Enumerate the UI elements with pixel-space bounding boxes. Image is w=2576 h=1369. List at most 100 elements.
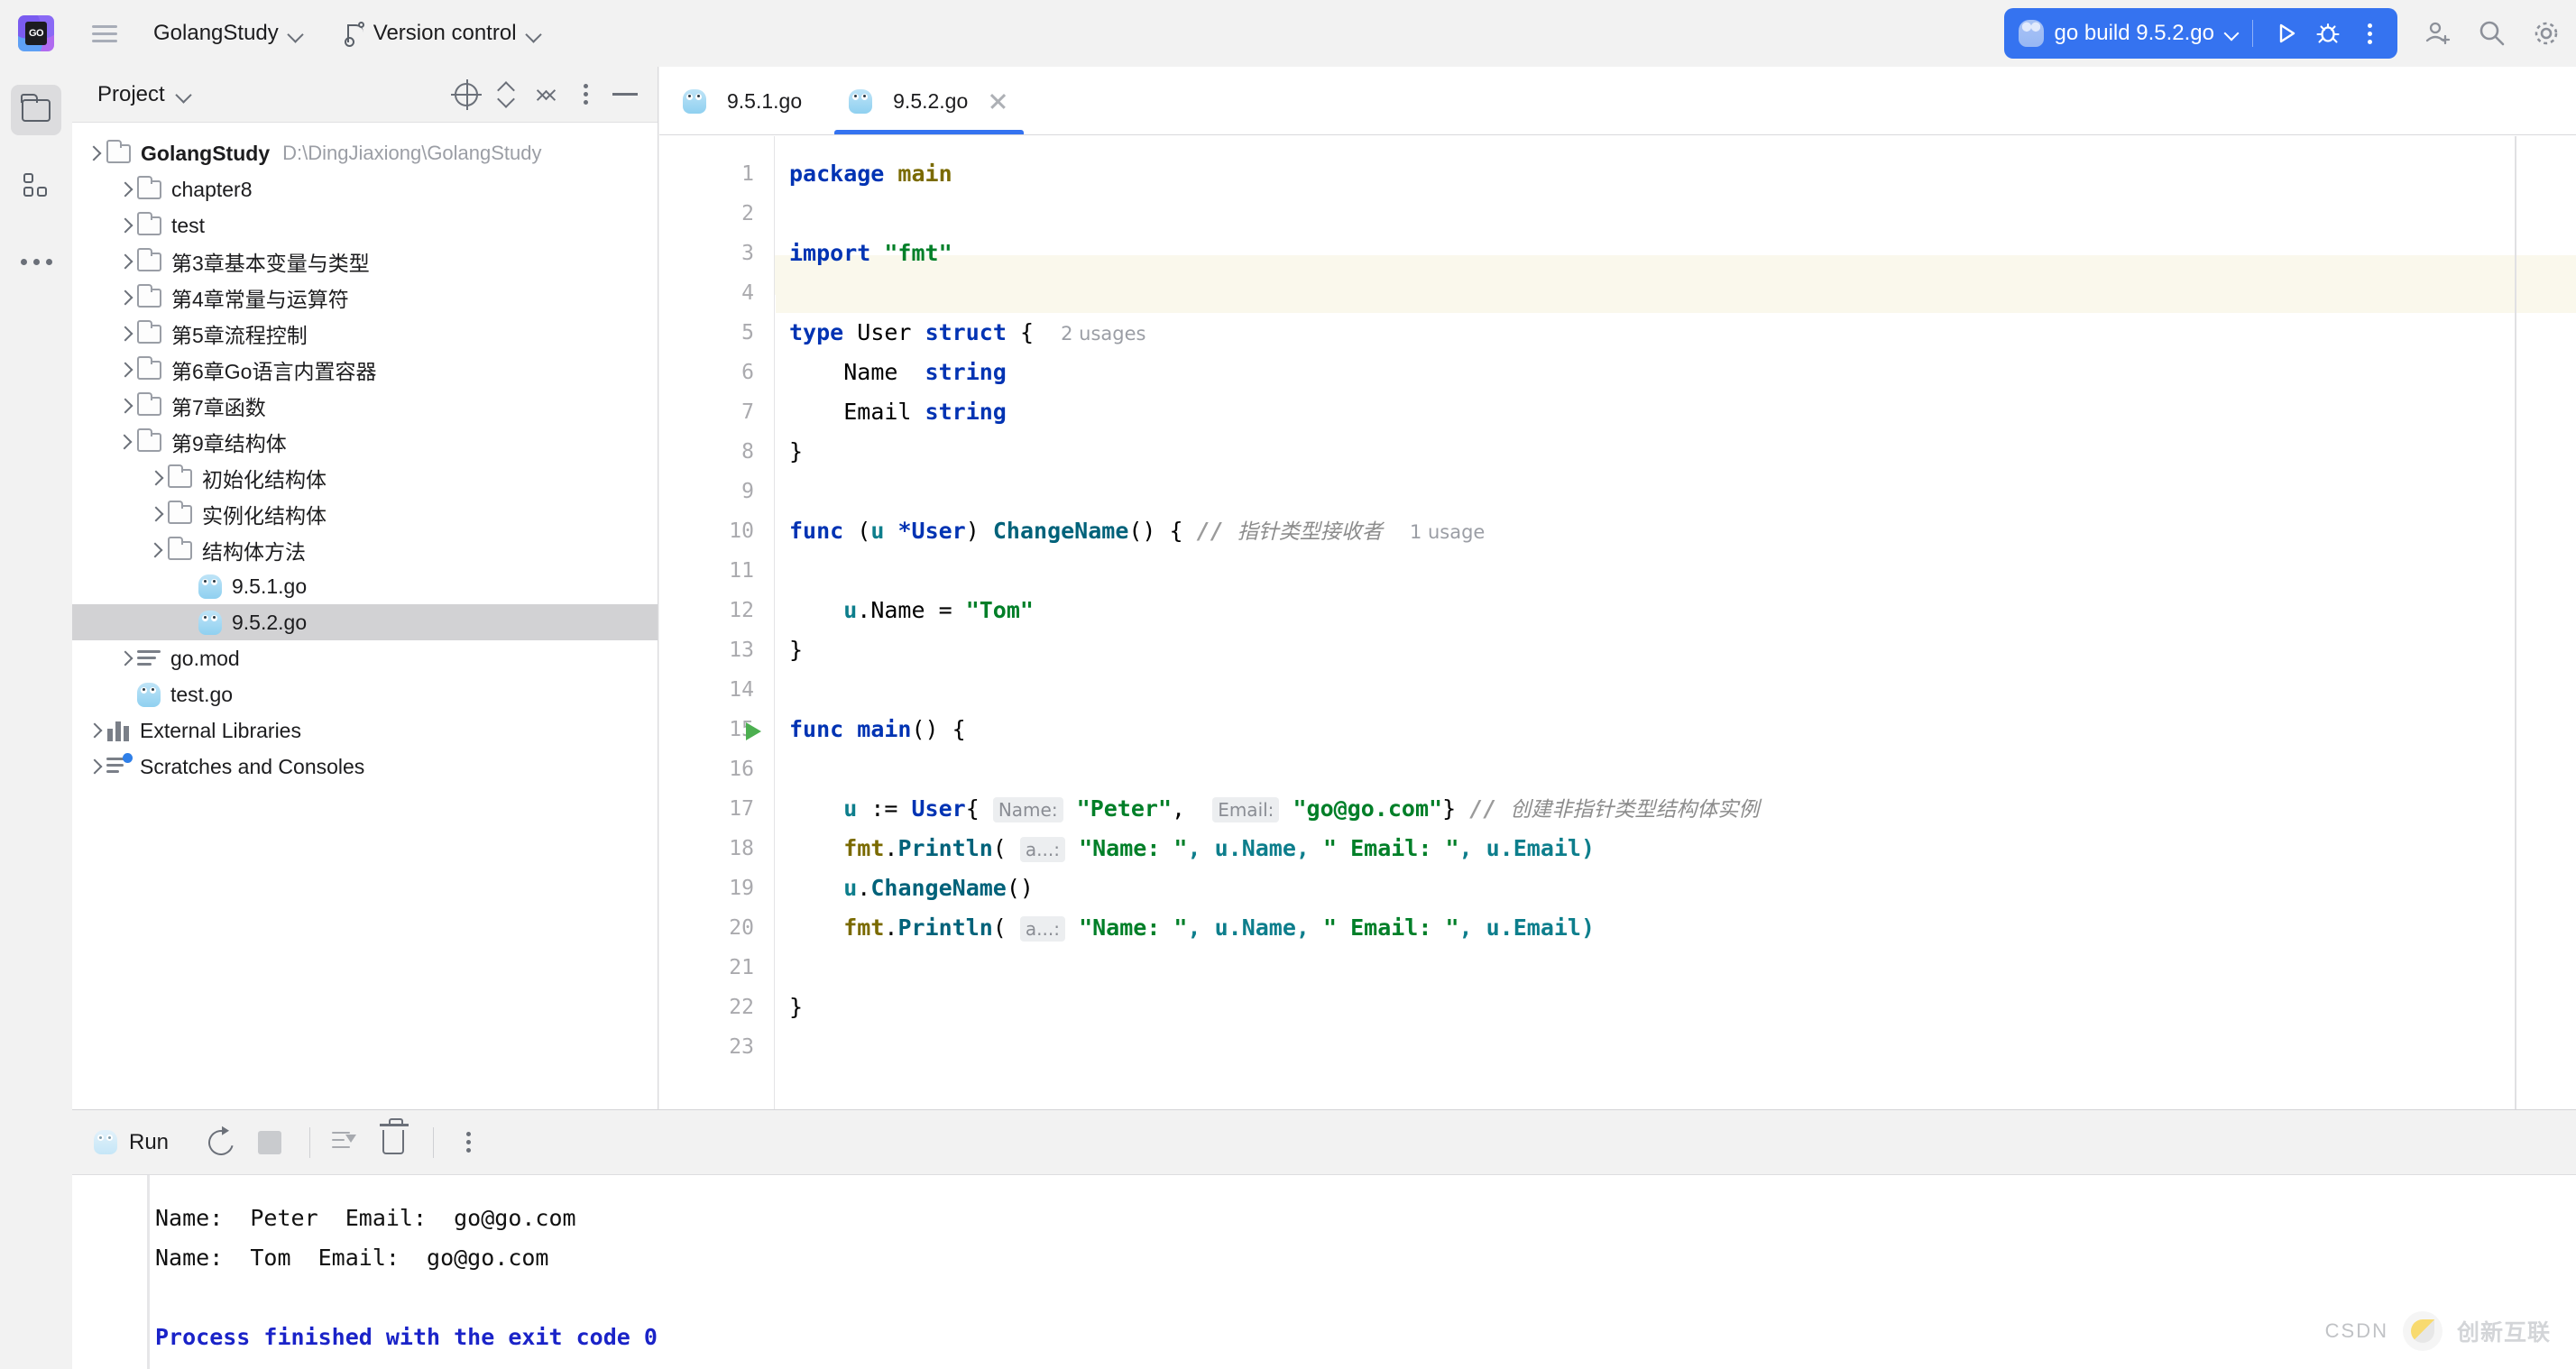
gutter-line[interactable]: 19	[659, 868, 774, 908]
sidebar-item-project[interactable]	[11, 85, 61, 135]
gutter-line[interactable]: 4	[659, 273, 774, 313]
gutter-line[interactable]: 1	[659, 154, 774, 194]
add-user-button[interactable]	[2414, 9, 2462, 58]
tree-expand-arrow-icon[interactable]	[114, 286, 137, 309]
tree-item[interactable]: 第6章Go语言内置容器	[72, 352, 658, 388]
tree-item-label: 第5章流程控制	[171, 324, 308, 347]
gutter-line[interactable]: 16	[659, 749, 774, 789]
add-user-icon	[2425, 22, 2451, 45]
tab-9-5-1-go[interactable]: 9.5.1.go	[659, 68, 825, 134]
console-output[interactable]: Name: Peter Email: go@go.com Name: Tom Em…	[72, 1175, 2576, 1357]
tree-item[interactable]: 9.5.2.go	[72, 604, 658, 640]
hide-panel-button[interactable]	[605, 75, 645, 115]
tree-item[interactable]: test.go	[72, 676, 658, 712]
gutter-line[interactable]: 2	[659, 194, 774, 234]
tree-item[interactable]: 第9章结构体	[72, 424, 658, 460]
tree-item[interactable]: chapter8	[72, 171, 658, 207]
expand-collapse-button[interactable]	[486, 75, 526, 115]
folder-icon	[21, 93, 51, 122]
tree-expand-arrow-icon[interactable]	[114, 430, 137, 454]
project-options-button[interactable]	[566, 75, 605, 115]
select-opened-file-button[interactable]	[446, 75, 486, 115]
debug-button[interactable]	[2307, 13, 2349, 54]
go-file-icon	[683, 88, 706, 114]
tree-expand-arrow-icon[interactable]	[83, 755, 106, 778]
code-content[interactable]: package main import "fmt" type User struct…	[776, 136, 2576, 1109]
tree-expand-arrow-icon[interactable]	[144, 538, 168, 562]
folder-icon	[167, 464, 192, 488]
gutter-line[interactable]: 7	[659, 392, 774, 432]
clear-all-button[interactable]	[372, 1118, 415, 1164]
tree-expand-arrow-icon[interactable]	[144, 502, 168, 526]
tree-expand-arrow-icon[interactable]	[114, 322, 137, 345]
main-menu-icon[interactable]	[87, 15, 123, 51]
tree-item[interactable]: 第7章函数	[72, 388, 658, 424]
sidebar-item-structure[interactable]	[11, 161, 61, 211]
tree-item[interactable]: 初始化结构体	[72, 460, 658, 496]
gutter-line[interactable]: 21	[659, 948, 774, 988]
tree-expand-arrow-icon[interactable]	[144, 466, 168, 490]
tree-item[interactable]: 9.5.1.go	[72, 568, 658, 604]
tree-expand-arrow-icon[interactable]	[114, 214, 137, 237]
sidebar-item-more[interactable]	[11, 236, 61, 287]
tree-expand-arrow-icon[interactable]	[114, 394, 137, 418]
gutter-line[interactable]: 12	[659, 591, 774, 630]
console-scroll-track[interactable]	[147, 1175, 150, 1369]
tree-expand-arrow-icon[interactable]	[114, 250, 137, 273]
tree-item[interactable]: 第4章常量与运算符	[72, 280, 658, 316]
rerun-button[interactable]	[199, 1121, 243, 1164]
line-number-gutter[interactable]: 1 2 3 4 5 6 7 8 9 10 11 12 13 14 15 16 17 18 19 20 21 22 23	[659, 136, 775, 1109]
tree-item[interactable]: Scratches and Consoles	[72, 749, 658, 785]
chevron-down-icon[interactable]	[2225, 26, 2240, 41]
code-line: u := User{ Name: "Peter", Email: "go@go.…	[843, 795, 1760, 822]
gutter-line[interactable]: 3	[659, 234, 774, 273]
tree-expand-arrow-icon[interactable]	[83, 719, 106, 742]
folder-icon	[167, 500, 192, 524]
console-line: Name: Peter Email: go@go.com	[155, 1205, 576, 1231]
stop-button[interactable]	[248, 1121, 291, 1164]
gutter-line[interactable]: 18	[659, 829, 774, 868]
run-configuration-widget[interactable]: go build 9.5.2.go	[2003, 8, 2397, 59]
tree-item[interactable]: External Libraries	[72, 712, 658, 749]
more-run-options-button[interactable]	[2349, 13, 2390, 54]
project-selector[interactable]: GolangStudy	[143, 14, 314, 53]
run-gutter-icon[interactable]	[746, 722, 761, 740]
gutter-line[interactable]: 20	[659, 908, 774, 948]
run-more-options-button[interactable]	[446, 1121, 490, 1164]
gutter-line[interactable]: 15	[659, 710, 774, 749]
gutter-line[interactable]: 5	[659, 313, 774, 353]
tree-item[interactable]: GolangStudy D:\DingJiaxiong\GolangStudy	[72, 135, 658, 171]
tree-item[interactable]: test	[72, 207, 658, 243]
tab-9-5-2-go[interactable]: 9.5.2.go	[825, 68, 1033, 134]
search-everywhere-button[interactable]	[2468, 9, 2516, 58]
tree-expand-arrow-icon[interactable]	[114, 178, 137, 201]
gutter-line[interactable]: 14	[659, 670, 774, 710]
settings-button[interactable]	[2522, 9, 2571, 58]
tree-item[interactable]: 第5章流程控制	[72, 316, 658, 352]
line-number: 17	[729, 797, 754, 821]
tree-item[interactable]: 结构体方法	[72, 532, 658, 568]
gutter-line[interactable]: 8	[659, 432, 774, 472]
tree-item[interactable]: 第3章基本变量与类型	[72, 243, 658, 280]
more-icon	[465, 1132, 471, 1153]
tree-expand-arrow-icon[interactable]	[83, 142, 106, 165]
gutter-line[interactable]: 11	[659, 551, 774, 591]
gutter-line[interactable]: 23	[659, 1027, 774, 1067]
gutter-line[interactable]: 9	[659, 472, 774, 511]
soft-wrap-button[interactable]	[323, 1121, 366, 1164]
tree-expand-arrow-icon[interactable]	[114, 647, 137, 670]
gutter-line[interactable]: 22	[659, 988, 774, 1027]
close-icon[interactable]	[986, 89, 1009, 113]
gutter-line[interactable]: 13	[659, 630, 774, 670]
run-button[interactable]	[2266, 13, 2307, 54]
tree-item[interactable]: go.mod	[72, 640, 658, 676]
tree-item[interactable]: 实例化结构体	[72, 496, 658, 532]
gutter-line[interactable]: 6	[659, 353, 774, 392]
chevron-down-icon[interactable]	[176, 87, 191, 102]
collapse-all-button[interactable]	[526, 75, 566, 115]
gutter-line[interactable]: 17	[659, 789, 774, 829]
version-control-widget[interactable]: Version control	[334, 14, 552, 53]
code-editor[interactable]: 1 2 3 4 5 6 7 8 9 10 11 12 13 14 15 16 17 18 19 20 21 22 23 pa…	[659, 136, 2576, 1109]
tree-expand-arrow-icon[interactable]	[114, 358, 137, 381]
gutter-line[interactable]: 10	[659, 511, 774, 551]
